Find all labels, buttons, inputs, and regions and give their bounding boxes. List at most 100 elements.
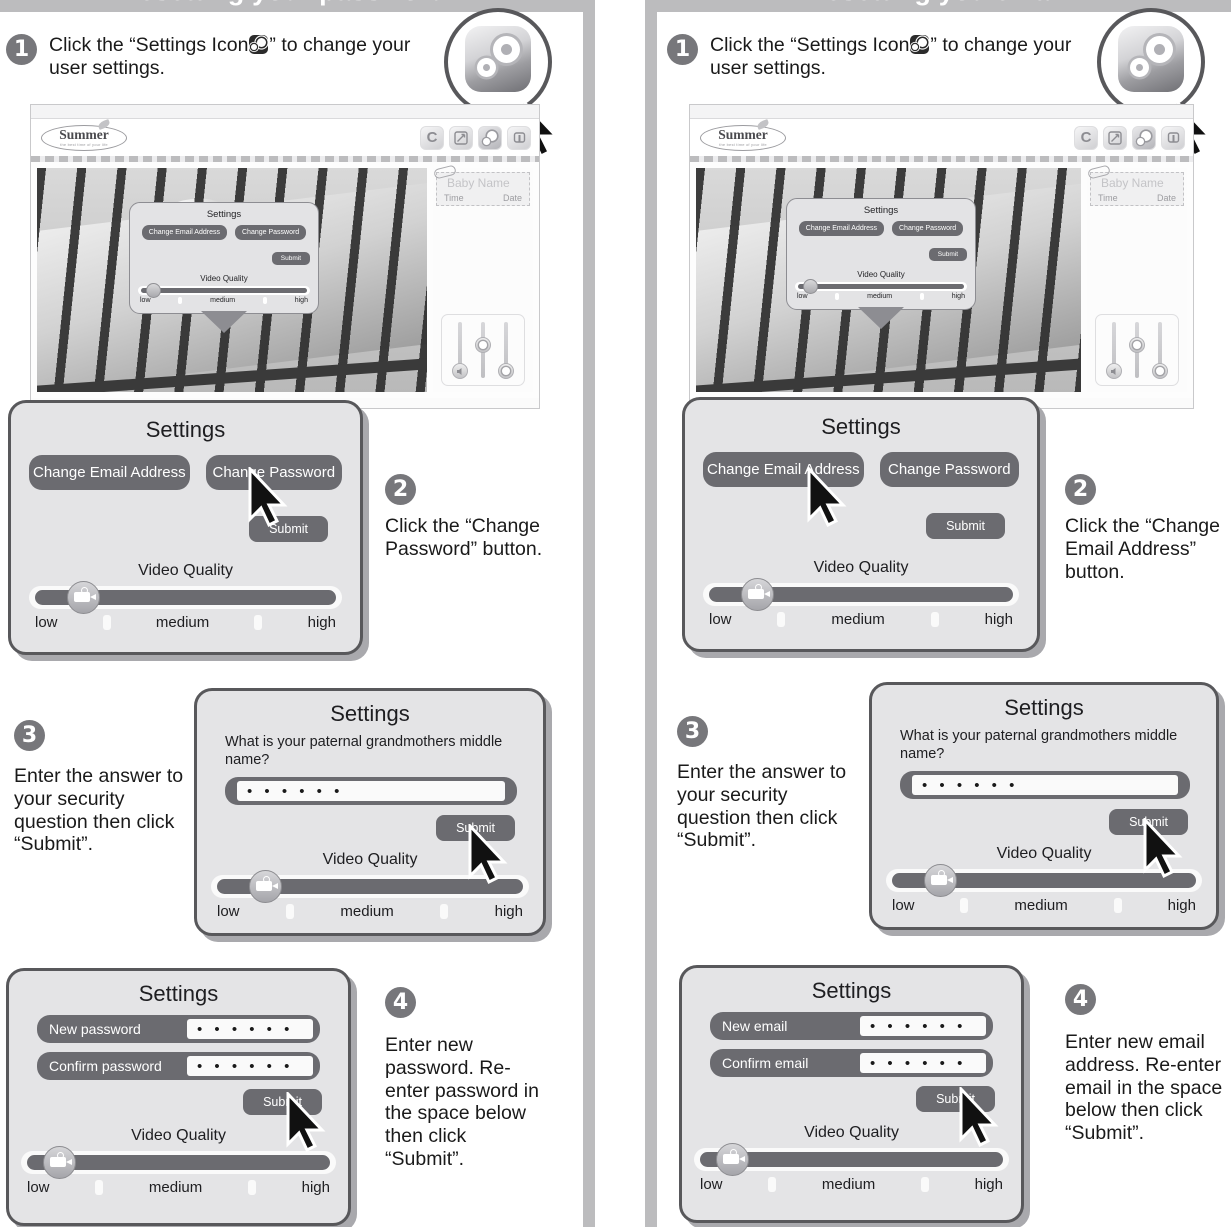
slider-knob[interactable]: [924, 864, 957, 898]
security-answer-pill[interactable]: • • • • • •: [225, 777, 517, 806]
step3-settings-dialog: Settings What is your paternal grandmoth…: [869, 682, 1219, 930]
baby-name-text: Baby Name: [1101, 176, 1164, 190]
change-password-button[interactable]: Change Password: [879, 452, 1019, 487]
submit-button[interactable]: Submit: [1109, 809, 1188, 836]
camera-lens-icon: [755, 584, 762, 591]
leaf-icon: [97, 118, 111, 130]
confirm-password-row[interactable]: Confirm password • • • • • •: [37, 1052, 320, 1080]
confirm-password-input[interactable]: • • • • • •: [187, 1056, 313, 1076]
confirm-email-input[interactable]: • • • • • •: [860, 1053, 986, 1073]
change-email-button[interactable]: Change Email Address: [29, 455, 190, 490]
slider-knob[interactable]: [741, 578, 774, 611]
contrast-knob[interactable]: [1152, 363, 1168, 379]
summer-logo: Summer the best time of your life: [41, 118, 127, 151]
column-gutter: [595, 0, 645, 1227]
slider-knob[interactable]: [67, 581, 100, 614]
record-icon[interactable]: [1161, 125, 1185, 150]
volume-knob[interactable]: [452, 363, 468, 379]
step2-dialog-inner: Settings Change Email Address Change Pas…: [685, 400, 1037, 648]
step-number-2: 2: [385, 474, 416, 505]
new-password-label: New password: [49, 1021, 141, 1037]
video-quality-slider[interactable]: [211, 870, 529, 904]
label-high: high: [307, 614, 336, 631]
label-high: high: [984, 611, 1013, 628]
snapshot-icon[interactable]: [1103, 125, 1127, 150]
baby-video-feed: Settings Change Email Address Change Pas…: [696, 168, 1081, 392]
step4-dialog-title: Settings: [138, 981, 219, 1006]
video-quality-slider[interactable]: [29, 581, 342, 614]
confirm-email-label: Confirm email: [722, 1055, 809, 1071]
step-1-instruction: Click the “Settings Icon” to change your…: [49, 34, 426, 80]
security-answer-input[interactable]: • • • • • •: [912, 775, 1178, 796]
manual-page: resetting your password. resetting you e…: [0, 0, 1231, 1227]
submit-button[interactable]: Submit: [249, 516, 328, 542]
inline-tick-1: [835, 293, 840, 300]
step4-dialog-title: Settings: [811, 978, 892, 1003]
submit-button[interactable]: Submit: [916, 1086, 995, 1112]
inline-slider-knob[interactable]: [146, 283, 161, 298]
new-password-row[interactable]: New password • • • • • •: [37, 1015, 320, 1043]
security-answer-input[interactable]: • • • • • •: [237, 781, 505, 802]
magnified-settings-icon: [1118, 26, 1184, 92]
submit-button[interactable]: Submit: [436, 815, 515, 842]
inline-tick-2: [262, 297, 267, 304]
volume-knob[interactable]: [1106, 363, 1122, 379]
inline-change-email-button[interactable]: Change Email Address: [798, 221, 884, 236]
settings-gear-toolbar-icon[interactable]: [478, 125, 502, 150]
video-quality-slider[interactable]: [703, 578, 1019, 611]
new-password-input[interactable]: • • • • • •: [187, 1019, 313, 1039]
inline-video-quality-label: Video Quality: [857, 270, 905, 279]
security-answer-pill[interactable]: • • • • • •: [900, 771, 1190, 800]
inline-change-email-button[interactable]: Change Email Address: [141, 225, 227, 240]
slider-knob[interactable]: [43, 1146, 76, 1179]
slider-knob[interactable]: [249, 870, 282, 904]
step4-submit-row: Submit: [21, 1089, 336, 1115]
inline-change-password-button[interactable]: Change Password: [892, 221, 964, 236]
inline-slider-knob[interactable]: [803, 279, 818, 294]
refresh-icon[interactable]: C: [1074, 125, 1098, 150]
confirm-email-row[interactable]: Confirm email • • • • • •: [710, 1049, 993, 1077]
inline-change-password-button[interactable]: Change Password: [235, 225, 307, 240]
video-quality-slider[interactable]: [21, 1146, 336, 1179]
logo-word: Summer: [59, 127, 109, 143]
label-high: high: [301, 1179, 330, 1196]
label-low: low: [217, 903, 240, 921]
step2-submit-row: Submit: [703, 513, 1019, 539]
brightness-knob[interactable]: [1129, 337, 1145, 353]
right-column: 1 Click the “Settings Icon” to change yo…: [657, 8, 1231, 1227]
slider-knob[interactable]: [716, 1143, 749, 1176]
video-quality-slider[interactable]: [694, 1143, 1009, 1176]
label-low: low: [35, 614, 58, 631]
new-email-row[interactable]: New email • • • • • •: [710, 1012, 993, 1040]
step-number-4: 4: [385, 987, 416, 1018]
leaf-icon: [756, 118, 770, 130]
inline-submit-button[interactable]: Submit: [271, 252, 310, 265]
submit-button[interactable]: Submit: [926, 513, 1005, 539]
inline-video-quality-label: Video Quality: [200, 274, 248, 283]
inline-submit-row: Submit: [138, 252, 310, 265]
inline-quality-slider[interactable]: [138, 283, 310, 298]
change-email-button[interactable]: Change Email Address: [703, 452, 864, 487]
brightness-knob[interactable]: [475, 337, 491, 353]
record-icon[interactable]: [507, 125, 531, 150]
contrast-icon: [1156, 367, 1164, 375]
refresh-icon[interactable]: C: [420, 125, 444, 150]
inline-quality-slider[interactable]: [795, 279, 967, 294]
settings-gear-toolbar-icon[interactable]: [1132, 125, 1156, 150]
submit-button[interactable]: Submit: [243, 1089, 322, 1115]
right-step-4: 4 Enter new email address. Re-enter emai…: [1065, 984, 1225, 1145]
camera-icon: [931, 875, 953, 886]
step2-dialog-title: Settings: [145, 417, 226, 442]
tick-2: [930, 612, 939, 627]
change-password-button[interactable]: Change Password: [205, 455, 342, 490]
video-quality-slider[interactable]: [886, 864, 1202, 898]
tick-1: [95, 1180, 104, 1195]
step4-dialog-inner: Settings New password • • • • • • Confir…: [9, 971, 348, 1212]
logo-tagline: the best time of your life: [60, 141, 108, 147]
column-divider-left: [583, 0, 595, 1227]
contrast-knob[interactable]: [498, 363, 514, 379]
inline-submit-button[interactable]: Submit: [928, 248, 967, 261]
label-medium: medium: [148, 1179, 203, 1196]
new-email-input[interactable]: • • • • • •: [860, 1016, 986, 1036]
snapshot-icon[interactable]: [449, 125, 473, 150]
